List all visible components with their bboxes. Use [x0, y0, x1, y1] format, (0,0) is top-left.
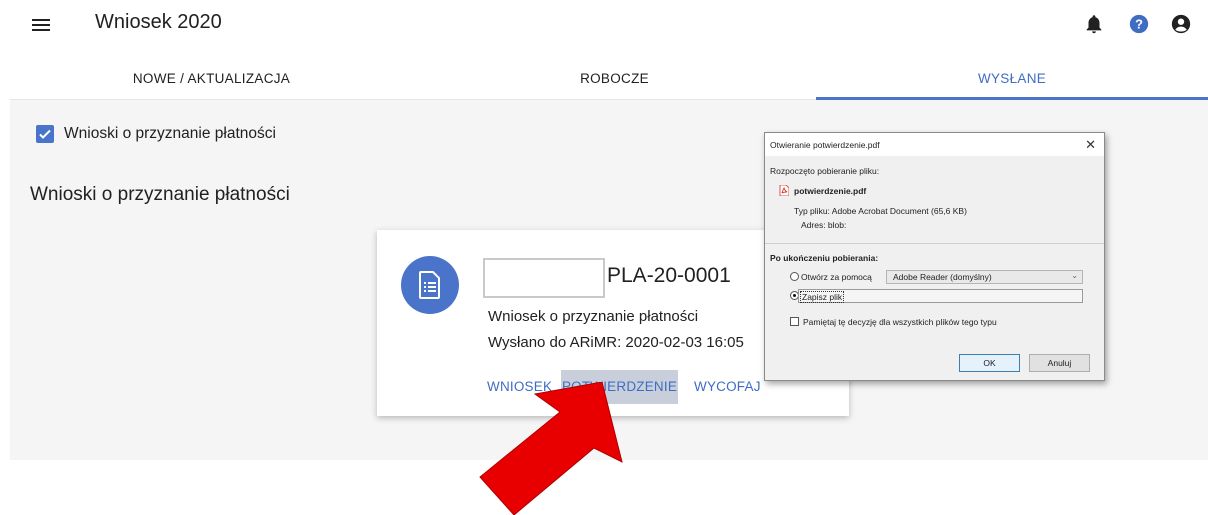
wycofaj-button[interactable]: WYCOFAJ [694, 370, 761, 404]
cancel-button[interactable]: Anuluj [1029, 354, 1090, 372]
chevron-down-icon: ⌄ [1071, 271, 1078, 280]
hamburger-menu-icon[interactable] [32, 14, 52, 36]
download-started-text: Rozpoczęto pobieranie pliku: [770, 166, 880, 176]
open-with-label: Otwórz za pomocą [801, 272, 872, 282]
filter-label: Wnioski o przyznanie płatności [64, 125, 276, 142]
redacted-field [483, 258, 605, 298]
tab-drafts[interactable]: ROBOCZE [413, 60, 816, 100]
help-icon[interactable]: ? [1128, 13, 1150, 35]
tab-new-update[interactable]: NOWE / AKTUALIZACJA [10, 60, 413, 100]
save-file-label: Zapisz plik [800, 291, 845, 303]
document-avatar [401, 256, 459, 314]
tab-sent[interactable]: WYSŁANE [816, 60, 1208, 100]
open-with-select[interactable]: Adobe Reader (domyślny) ⌄ [886, 270, 1083, 284]
close-icon[interactable]: ✕ [1085, 137, 1096, 153]
dialog-title: Otwieranie potwierdzenie.pdf [770, 140, 880, 150]
divider [765, 243, 1104, 244]
section-title: Wnioski o przyznanie płatności [30, 184, 290, 205]
open-with-select-value: Adobe Reader (domyślny) [893, 272, 992, 282]
application-type: Wniosek o przyznanie płatności [488, 308, 699, 325]
after-download-label: Po ukończeniu pobierania: [770, 253, 879, 263]
remember-label: Pamiętaj tę decyzję dla wszystkich plikó… [803, 317, 997, 327]
dialog-titlebar: Otwieranie potwierdzenie.pdf ✕ [765, 133, 1104, 156]
file-type: Typ pliku: Adobe Acrobat Document (65,6 … [794, 206, 967, 216]
top-app-bar: Wniosek 2020 ? [0, 0, 1208, 52]
filter-checkbox[interactable] [36, 125, 54, 143]
application-number: PLA-20-0001 [607, 264, 731, 287]
svg-text:?: ? [1135, 17, 1143, 32]
open-with-radio[interactable] [790, 272, 799, 281]
download-dialog: Otwieranie potwierdzenie.pdf ✕ Rozpoczęt… [764, 132, 1105, 381]
file-source: Adres: blob: [801, 220, 847, 230]
file-name: potwierdzenie.pdf [794, 186, 867, 196]
bell-icon[interactable] [1083, 13, 1105, 35]
ok-button[interactable]: OK [959, 354, 1020, 372]
save-file-option[interactable]: Zapisz plik [798, 289, 1083, 303]
document-icon [419, 271, 440, 299]
tab-bar: NOWE / AKTUALIZACJA ROBOCZE WYSŁANE [10, 60, 1208, 100]
remember-checkbox[interactable] [790, 317, 799, 326]
sent-date: Wysłano do ARiMR: 2020-02-03 16:05 [488, 334, 744, 351]
red-pointer-arrow [479, 382, 623, 515]
app-title: Wniosek 2020 [95, 11, 222, 33]
pdf-icon [779, 185, 789, 196]
account-icon[interactable] [1170, 13, 1192, 35]
